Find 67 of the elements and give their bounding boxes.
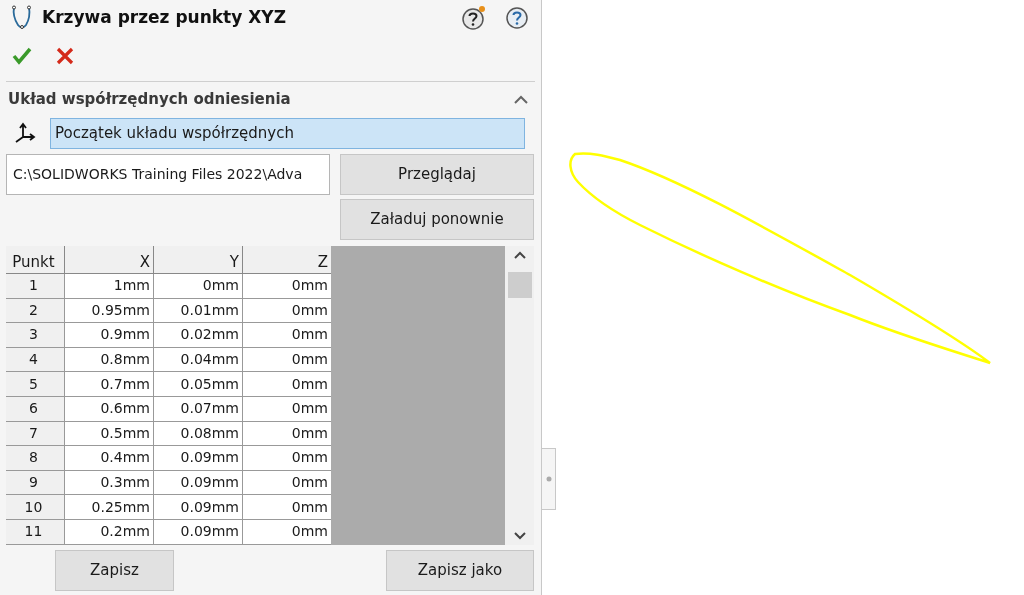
table-cell: 0.3mm xyxy=(64,470,153,496)
table-cell: 0.7mm xyxy=(64,372,153,397)
file-path-field[interactable]: C:\SOLIDWORKS Training Files 2022\Adva xyxy=(6,154,330,195)
row-header: 6 xyxy=(6,396,64,422)
table-cell: 0.09mm xyxy=(153,519,242,545)
row-header: 1 xyxy=(6,274,64,299)
table-cell: 0.9mm xyxy=(64,323,153,348)
table-cell: 0.09mm xyxy=(153,470,242,496)
row-header: 7 xyxy=(6,421,64,447)
grip-dot-icon xyxy=(545,476,552,482)
action-button[interactable]: Załaduj ponownie xyxy=(340,199,534,240)
table-cell: 0.8mm xyxy=(64,347,153,373)
table-cell: 0mm xyxy=(242,396,331,422)
table-cell: 0mm xyxy=(242,372,331,397)
checkmark-icon xyxy=(12,47,32,65)
table-cell: 0mm xyxy=(242,347,331,373)
collapse-chevron-icon[interactable] xyxy=(513,94,529,104)
table-cell: 1mm xyxy=(64,274,153,299)
table-cell: 0.25mm xyxy=(64,495,153,520)
table-cell: 0mm xyxy=(242,495,331,520)
cancel-button[interactable] xyxy=(56,47,74,65)
whats-new-help-icon[interactable] xyxy=(461,5,487,31)
row-header: 5 xyxy=(6,372,64,397)
scrollbar-thumb[interactable] xyxy=(507,272,532,298)
reference-selection-field[interactable]: Początek układu współrzędnych xyxy=(50,117,525,149)
table-cell: 0.95mm xyxy=(64,298,153,324)
table-cell: 0.09mm xyxy=(153,446,242,471)
action-button[interactable]: Przeglądaj xyxy=(340,154,534,195)
close-icon xyxy=(56,47,74,65)
table-cell: 0mm xyxy=(153,274,242,299)
row-header: 8 xyxy=(6,446,64,471)
table-cell: 0mm xyxy=(242,421,331,447)
table-cell: 0.4mm xyxy=(64,446,153,471)
table-cell: 0mm xyxy=(242,519,331,545)
table-cell: 0mm xyxy=(242,470,331,496)
row-header: 4 xyxy=(6,347,64,373)
row-header: 10 xyxy=(6,495,64,520)
save-button[interactable]: Zapisz jako xyxy=(386,550,534,591)
panel-resize-handle[interactable] xyxy=(542,448,556,510)
curve-icon xyxy=(10,5,34,31)
vertical-scrollbar[interactable] xyxy=(505,246,534,545)
help-icon[interactable] xyxy=(505,6,529,30)
table-cell: 0.5mm xyxy=(64,421,153,447)
table-cell: 0.02mm xyxy=(153,323,242,348)
table-cell: 0.6mm xyxy=(64,396,153,422)
scroll-down-icon[interactable] xyxy=(512,531,527,541)
coordinate-axes-icon xyxy=(14,122,36,144)
panel-title: Krzywa przez punkty XYZ xyxy=(42,6,287,30)
table-cell: 0.09mm xyxy=(153,495,242,520)
table-cell: 0mm xyxy=(242,298,331,324)
ok-button[interactable] xyxy=(12,46,32,66)
save-button[interactable]: Zapisz xyxy=(55,550,174,591)
table-cell: 0.05mm xyxy=(153,372,242,397)
table-cell: 0.07mm xyxy=(153,396,242,422)
table-cell: 0mm xyxy=(242,274,331,299)
table-cell: 0mm xyxy=(242,323,331,348)
table-cell: 0mm xyxy=(242,446,331,471)
table-cell: 0.04mm xyxy=(153,347,242,373)
row-header: 11 xyxy=(6,519,64,545)
row-header: 2 xyxy=(6,298,64,324)
row-header: 3 xyxy=(6,323,64,348)
section-title: Układ współrzędnych odniesienia xyxy=(8,88,292,110)
table-cell: 0.08mm xyxy=(153,421,242,447)
row-header: 9 xyxy=(6,470,64,496)
table-cell: 0.2mm xyxy=(64,519,153,545)
scroll-up-icon[interactable] xyxy=(512,250,527,260)
table-cell: 0.01mm xyxy=(153,298,242,324)
